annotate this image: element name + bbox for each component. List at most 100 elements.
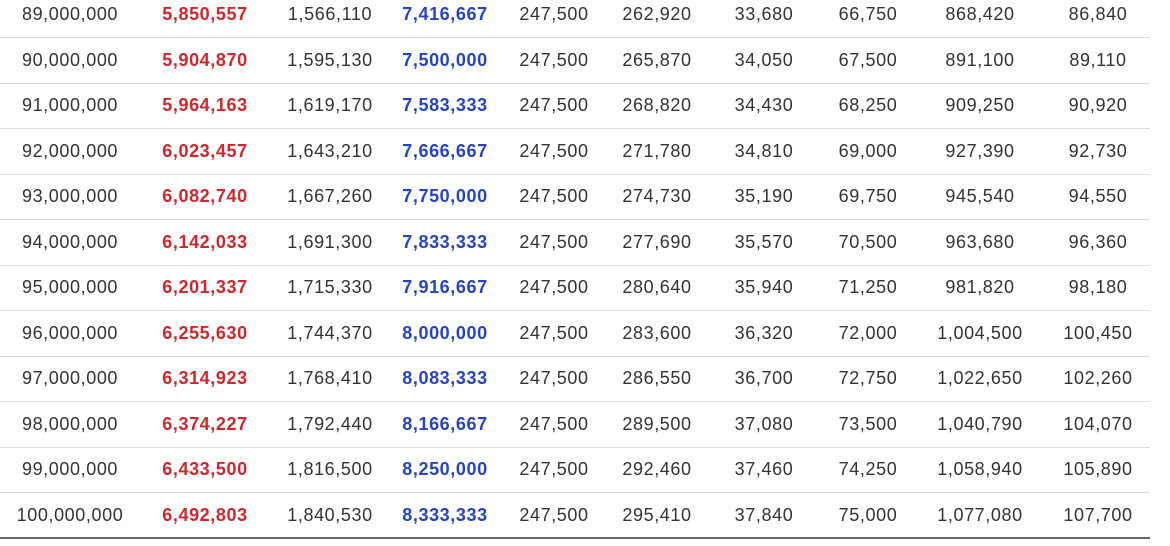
table-cell-col-3: 1,566,110 [270, 0, 390, 38]
table-cell-col-6: 280,640 [608, 265, 706, 311]
table-cell-col-6: 286,550 [608, 356, 706, 402]
table-cell-col-10: 98,180 [1046, 265, 1150, 311]
table-cell-col-8: 72,000 [822, 310, 914, 357]
table-cell-col-9: 1,040,790 [914, 401, 1046, 448]
table-cell-col-9: 963,680 [914, 219, 1046, 266]
table-cell-col-5: 247,500 [500, 174, 608, 220]
table-cell-col-9: 1,004,500 [914, 310, 1046, 357]
table-cell-col-5: 247,500 [500, 492, 608, 539]
table-cell-col-7: 37,080 [706, 401, 822, 448]
table-cell-col-8: 68,250 [822, 83, 914, 129]
table-cell-col-4: 8,083,333 [390, 356, 500, 402]
table-cell-col-3: 1,840,530 [270, 492, 390, 539]
table-cell-col-3: 1,595,130 [270, 37, 390, 84]
table-cell-col-9: 868,420 [914, 0, 1046, 38]
table-cell-col-2: 6,201,337 [140, 265, 270, 311]
table-cell-col-1: 100,000,000 [0, 492, 140, 539]
table-cell-col-9: 945,540 [914, 174, 1046, 220]
salary-table: 89,000,000 5,850,557 1,566,110 7,416,667 247… [0, 0, 1150, 539]
table-cell-col-6: 268,820 [608, 83, 706, 129]
table-cell-col-3: 1,768,410 [270, 356, 390, 402]
table-cell-col-2: 6,023,457 [140, 128, 270, 175]
table-cell-col-3: 1,816,500 [270, 447, 390, 493]
table-cell-col-3: 1,792,440 [270, 401, 390, 448]
table-cell-col-1: 89,000,000 [0, 0, 140, 38]
table-cell-col-6: 271,780 [608, 128, 706, 175]
table-cell-col-4: 7,916,667 [390, 265, 500, 311]
table-cell-col-4: 7,833,333 [390, 219, 500, 266]
table-cell-col-2: 5,964,163 [140, 83, 270, 129]
table-cell-col-6: 292,460 [608, 447, 706, 493]
table-cell-col-9: 981,820 [914, 265, 1046, 311]
table-cell-col-1: 96,000,000 [0, 310, 140, 357]
table-row: 94,000,000 6,142,033 1,691,300 7,833,333 247… [0, 219, 1150, 266]
table-cell-col-10: 107,700 [1046, 492, 1150, 539]
table-cell-col-5: 247,500 [500, 37, 608, 84]
table-cell-col-5: 247,500 [500, 356, 608, 402]
table-row: 90,000,000 5,904,870 1,595,130 7,500,000 247… [0, 37, 1150, 84]
table-cell-col-6: 277,690 [608, 219, 706, 266]
table-cell-col-3: 1,691,300 [270, 219, 390, 266]
table-cell-col-10: 100,450 [1046, 310, 1150, 357]
table-cell-col-5: 247,500 [500, 0, 608, 38]
table-cell-col-6: 274,730 [608, 174, 706, 220]
table-cell-col-4: 7,416,667 [390, 0, 500, 38]
table-body: 89,000,000 5,850,557 1,566,110 7,416,667 247… [0, 0, 1150, 539]
table-cell-col-7: 34,430 [706, 83, 822, 129]
table-container: 89,000,000 5,850,557 1,566,110 7,416,667 247… [0, 0, 1150, 539]
table-cell-col-10: 86,840 [1046, 0, 1150, 38]
table-cell-col-10: 92,730 [1046, 128, 1150, 175]
table-row: 92,000,000 6,023,457 1,643,210 7,666,667 247… [0, 128, 1150, 175]
table-cell-col-7: 35,190 [706, 174, 822, 220]
table-cell-col-6: 295,410 [608, 492, 706, 539]
table-cell-col-1: 95,000,000 [0, 265, 140, 311]
table-cell-col-1: 93,000,000 [0, 174, 140, 220]
table-cell-col-2: 6,255,630 [140, 310, 270, 357]
table-cell-col-5: 247,500 [500, 401, 608, 448]
table-cell-col-3: 1,715,330 [270, 265, 390, 311]
table-cell-col-2: 6,492,803 [140, 492, 270, 539]
table-cell-col-10: 105,890 [1046, 447, 1150, 493]
table-cell-col-2: 6,433,500 [140, 447, 270, 493]
table-cell-col-4: 7,666,667 [390, 128, 500, 175]
table-cell-col-1: 94,000,000 [0, 219, 140, 266]
table-cell-col-6: 283,600 [608, 310, 706, 357]
table-cell-col-7: 34,050 [706, 37, 822, 84]
table-cell-col-7: 35,940 [706, 265, 822, 311]
table-cell-col-3: 1,744,370 [270, 310, 390, 357]
table-cell-col-10: 89,110 [1046, 37, 1150, 84]
table-row: 93,000,000 6,082,740 1,667,260 7,750,000 247… [0, 174, 1150, 220]
table-cell-col-7: 35,570 [706, 219, 822, 266]
table-cell-col-1: 90,000,000 [0, 37, 140, 84]
table-cell-col-8: 75,000 [822, 492, 914, 539]
table-cell-col-7: 37,840 [706, 492, 822, 539]
table-cell-col-1: 92,000,000 [0, 128, 140, 175]
table-row: 99,000,000 6,433,500 1,816,500 8,250,000 247… [0, 447, 1150, 493]
table-row: 98,000,000 6,374,227 1,792,440 8,166,667 247… [0, 401, 1150, 448]
table-cell-col-2: 6,314,923 [140, 356, 270, 402]
table-cell-col-5: 247,500 [500, 128, 608, 175]
table-cell-col-9: 1,058,940 [914, 447, 1046, 493]
table-cell-col-5: 247,500 [500, 219, 608, 266]
table-cell-col-2: 5,904,870 [140, 37, 270, 84]
table-cell-col-8: 66,750 [822, 0, 914, 38]
table-cell-col-5: 247,500 [500, 83, 608, 129]
table-cell-col-8: 69,750 [822, 174, 914, 220]
table-cell-col-4: 8,166,667 [390, 401, 500, 448]
table-cell-col-7: 36,700 [706, 356, 822, 402]
table-cell-col-9: 1,022,650 [914, 356, 1046, 402]
table-cell-col-5: 247,500 [500, 447, 608, 493]
table-cell-col-9: 909,250 [914, 83, 1046, 129]
table-cell-col-10: 102,260 [1046, 356, 1150, 402]
table-cell-col-2: 6,082,740 [140, 174, 270, 220]
table-row: 89,000,000 5,850,557 1,566,110 7,416,667 247… [0, 0, 1150, 38]
table-row: 100,000,000 6,492,803 1,840,530 8,333,333 24… [0, 492, 1150, 539]
table-cell-col-2: 6,374,227 [140, 401, 270, 448]
table-cell-col-5: 247,500 [500, 265, 608, 311]
table-cell-col-1: 97,000,000 [0, 356, 140, 402]
table-cell-col-10: 104,070 [1046, 401, 1150, 448]
table-cell-col-4: 8,333,333 [390, 492, 500, 539]
table-cell-col-10: 96,360 [1046, 219, 1150, 266]
table-row: 91,000,000 5,964,163 1,619,170 7,583,333 247… [0, 83, 1150, 129]
table-row: 97,000,000 6,314,923 1,768,410 8,083,333 247… [0, 356, 1150, 402]
